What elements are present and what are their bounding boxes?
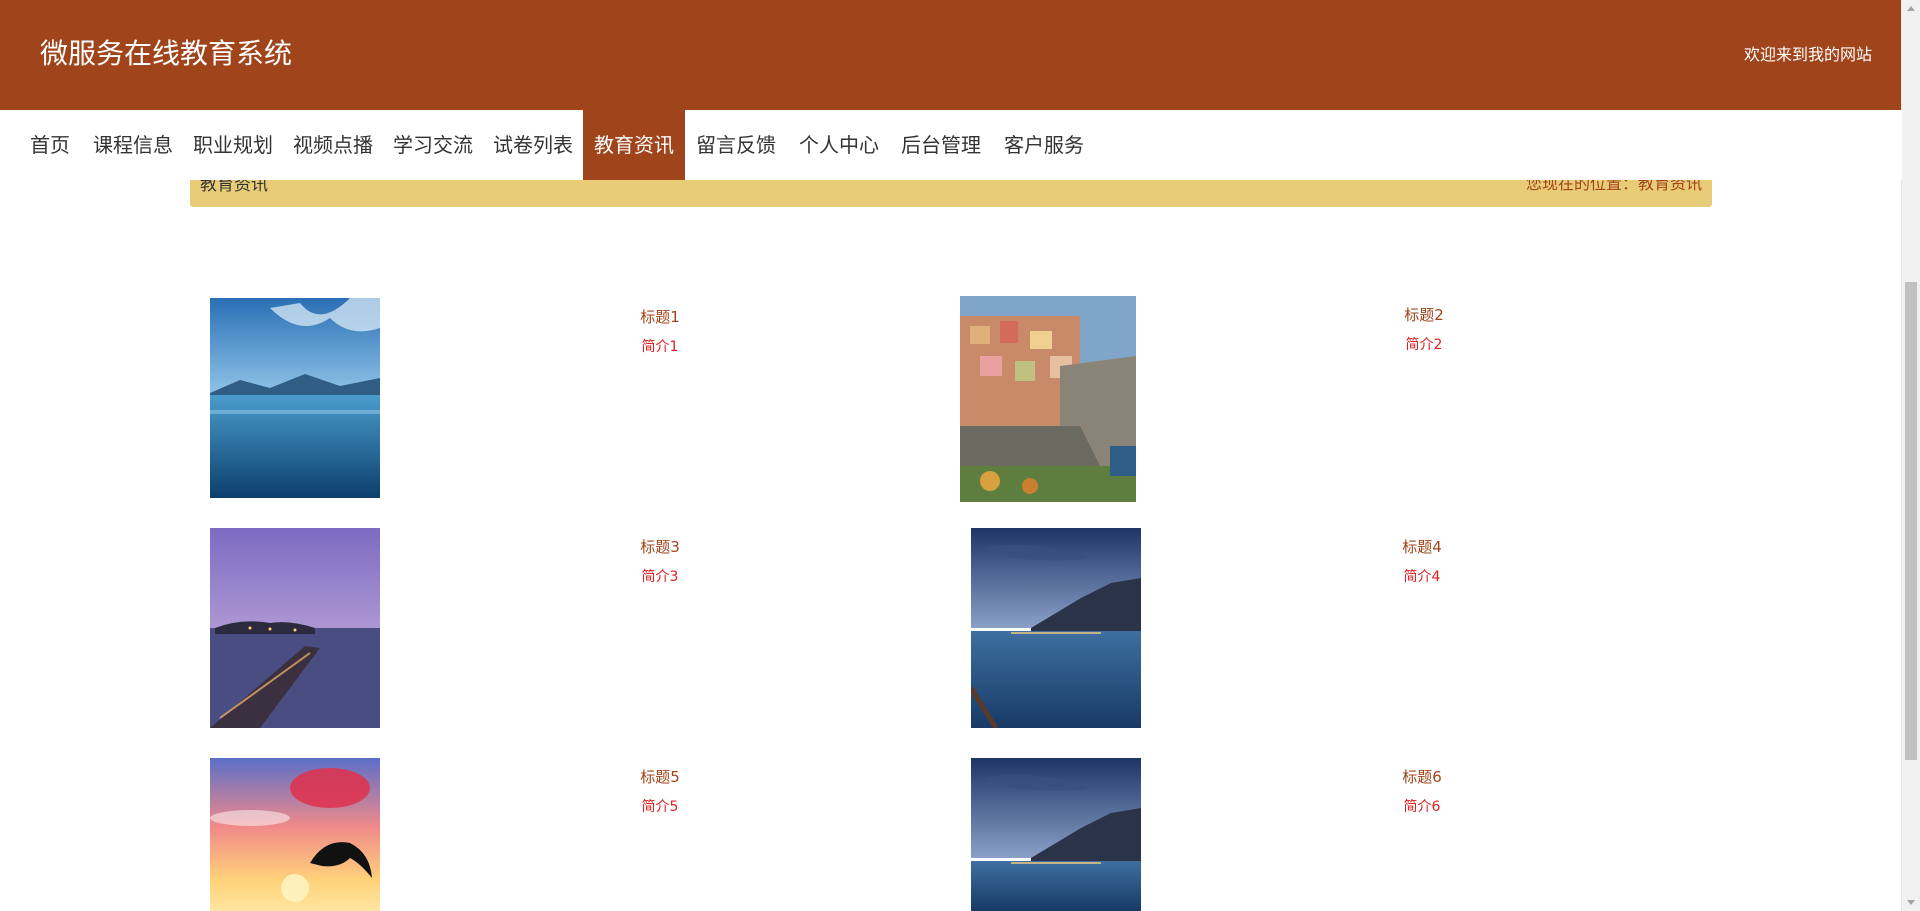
nav-item-feedback[interactable]: 留言反馈 [690,110,782,180]
scrollbar-thumb[interactable] [1905,282,1917,760]
pier-sunset-photo[interactable] [210,528,380,728]
nav-item-video[interactable]: 视频点播 [288,110,378,180]
nav-item-courses[interactable]: 课程信息 [88,110,178,180]
news-title[interactable]: 标题1 [590,306,730,327]
news-title[interactable]: 标题3 [590,536,730,557]
cliff-village-photo[interactable] [960,296,1136,502]
welcome-text: 欢迎来到我的网站 [1743,45,1872,64]
news-title[interactable]: 标题2 [1354,304,1494,325]
nav-item-service[interactable]: 客户服务 [998,110,1090,180]
news-title[interactable]: 标题6 [1352,766,1492,787]
news-intro: 简介2 [1405,337,1443,353]
nav-item-admin[interactable]: 后台管理 [895,110,987,180]
news-intro: 简介1 [641,339,679,355]
nav-item-news[interactable]: 教育资讯 [583,110,685,180]
news-intro: 简介6 [1403,799,1441,815]
lake-clouds-photo[interactable] [210,298,380,498]
news-title[interactable]: 标题4 [1352,536,1492,557]
lake-town-night-photo[interactable] [971,528,1141,728]
scrollbar[interactable] [1901,0,1920,911]
site-header: 微服务在线教育系统 欢迎来到我的网站 [0,0,1902,110]
nav-item-exams[interactable]: 试卷列表 [488,110,578,180]
scroll-down-arrow-icon[interactable] [1907,900,1915,905]
scroll-up-arrow-icon[interactable] [1907,6,1915,11]
news-title[interactable]: 标题5 [590,766,730,787]
site-title[interactable]: 微服务在线教育系统 [40,36,292,72]
news-intro: 简介3 [641,569,679,585]
news-intro: 简介4 [1403,569,1441,585]
lake-town-night-photo[interactable] [971,758,1141,911]
nav-item-profile[interactable]: 个人中心 [793,110,885,180]
news-intro: 简介5 [641,799,679,815]
main-nav: 首页 课程信息 职业规划 视频点播 学习交流 试卷列表 教育资讯 留言反馈 个人… [0,110,1902,180]
nav-item-career[interactable]: 职业规划 [188,110,278,180]
nav-item-study[interactable]: 学习交流 [388,110,478,180]
dolphin-sunset-photo[interactable] [210,758,380,911]
nav-item-home[interactable]: 首页 [20,110,80,180]
